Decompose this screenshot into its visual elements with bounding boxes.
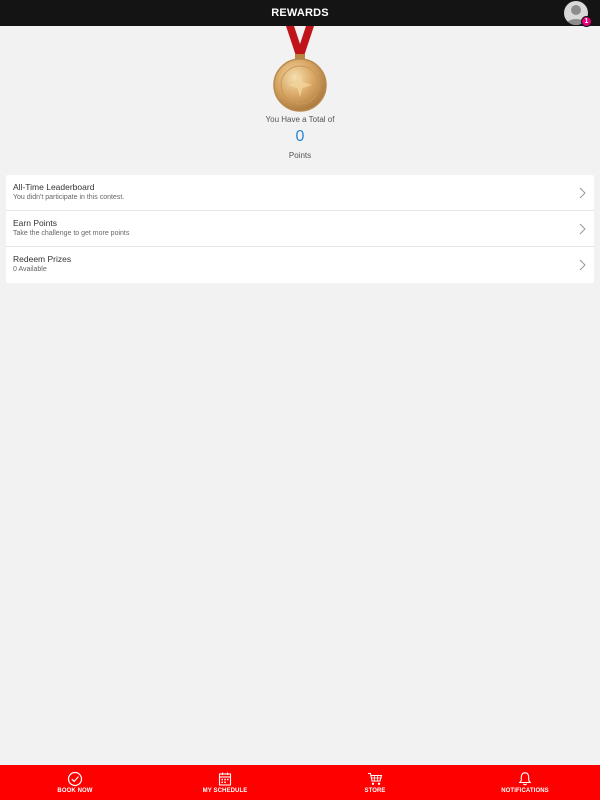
menu-item-title: Earn Points	[13, 218, 57, 228]
points-value: 0	[295, 128, 305, 145]
tab-label: BOOK NOW	[57, 788, 93, 794]
rewards-summary: You Have a Total of 0 Points	[0, 26, 600, 166]
menu-item-subtitle: 0 Available	[13, 266, 47, 273]
profile-button[interactable]: 1	[564, 1, 592, 27]
check-circle-icon	[67, 771, 83, 787]
page-title: REWARDS	[271, 7, 329, 19]
points-label: Points	[288, 151, 312, 160]
menu-item-redeem-prizes[interactable]: Redeem Prizes 0 Available	[6, 247, 594, 283]
menu-item-title: All-Time Leaderboard	[13, 182, 95, 192]
top-bar: REWARDS 1	[0, 0, 600, 27]
menu-item-subtitle: You didn't participate in this contest.	[13, 194, 125, 201]
menu-item-leaderboard[interactable]: All-Time Leaderboard You didn't particip…	[6, 175, 594, 211]
menu-item-earn-points[interactable]: Earn Points Take the challenge to get mo…	[6, 211, 594, 247]
tab-label: STORE	[364, 788, 386, 794]
tab-store[interactable]: STORE	[300, 765, 450, 800]
bottom-tab-bar: BOOK NOW MY SCHEDULE STORE NOTIFICATIONS	[0, 765, 600, 800]
tab-book-now[interactable]: BOOK NOW	[0, 765, 150, 800]
bell-icon	[518, 772, 532, 786]
tab-label: NOTIFICATIONS	[501, 788, 549, 794]
menu-item-title: Redeem Prizes	[13, 254, 72, 264]
medal-icon	[273, 26, 327, 112]
chevron-right-icon	[579, 223, 586, 235]
cart-icon	[368, 772, 383, 785]
chevron-right-icon	[579, 259, 586, 271]
tab-notifications[interactable]: NOTIFICATIONS	[450, 765, 600, 800]
rewards-menu: All-Time Leaderboard You didn't particip…	[6, 175, 594, 283]
calendar-icon	[218, 772, 232, 786]
total-label: You Have a Total of	[265, 115, 335, 124]
chevron-right-icon	[579, 187, 586, 199]
menu-item-subtitle: Take the challenge to get more points	[13, 230, 130, 237]
tab-my-schedule[interactable]: MY SCHEDULE	[150, 765, 300, 800]
tab-label: MY SCHEDULE	[202, 788, 248, 794]
